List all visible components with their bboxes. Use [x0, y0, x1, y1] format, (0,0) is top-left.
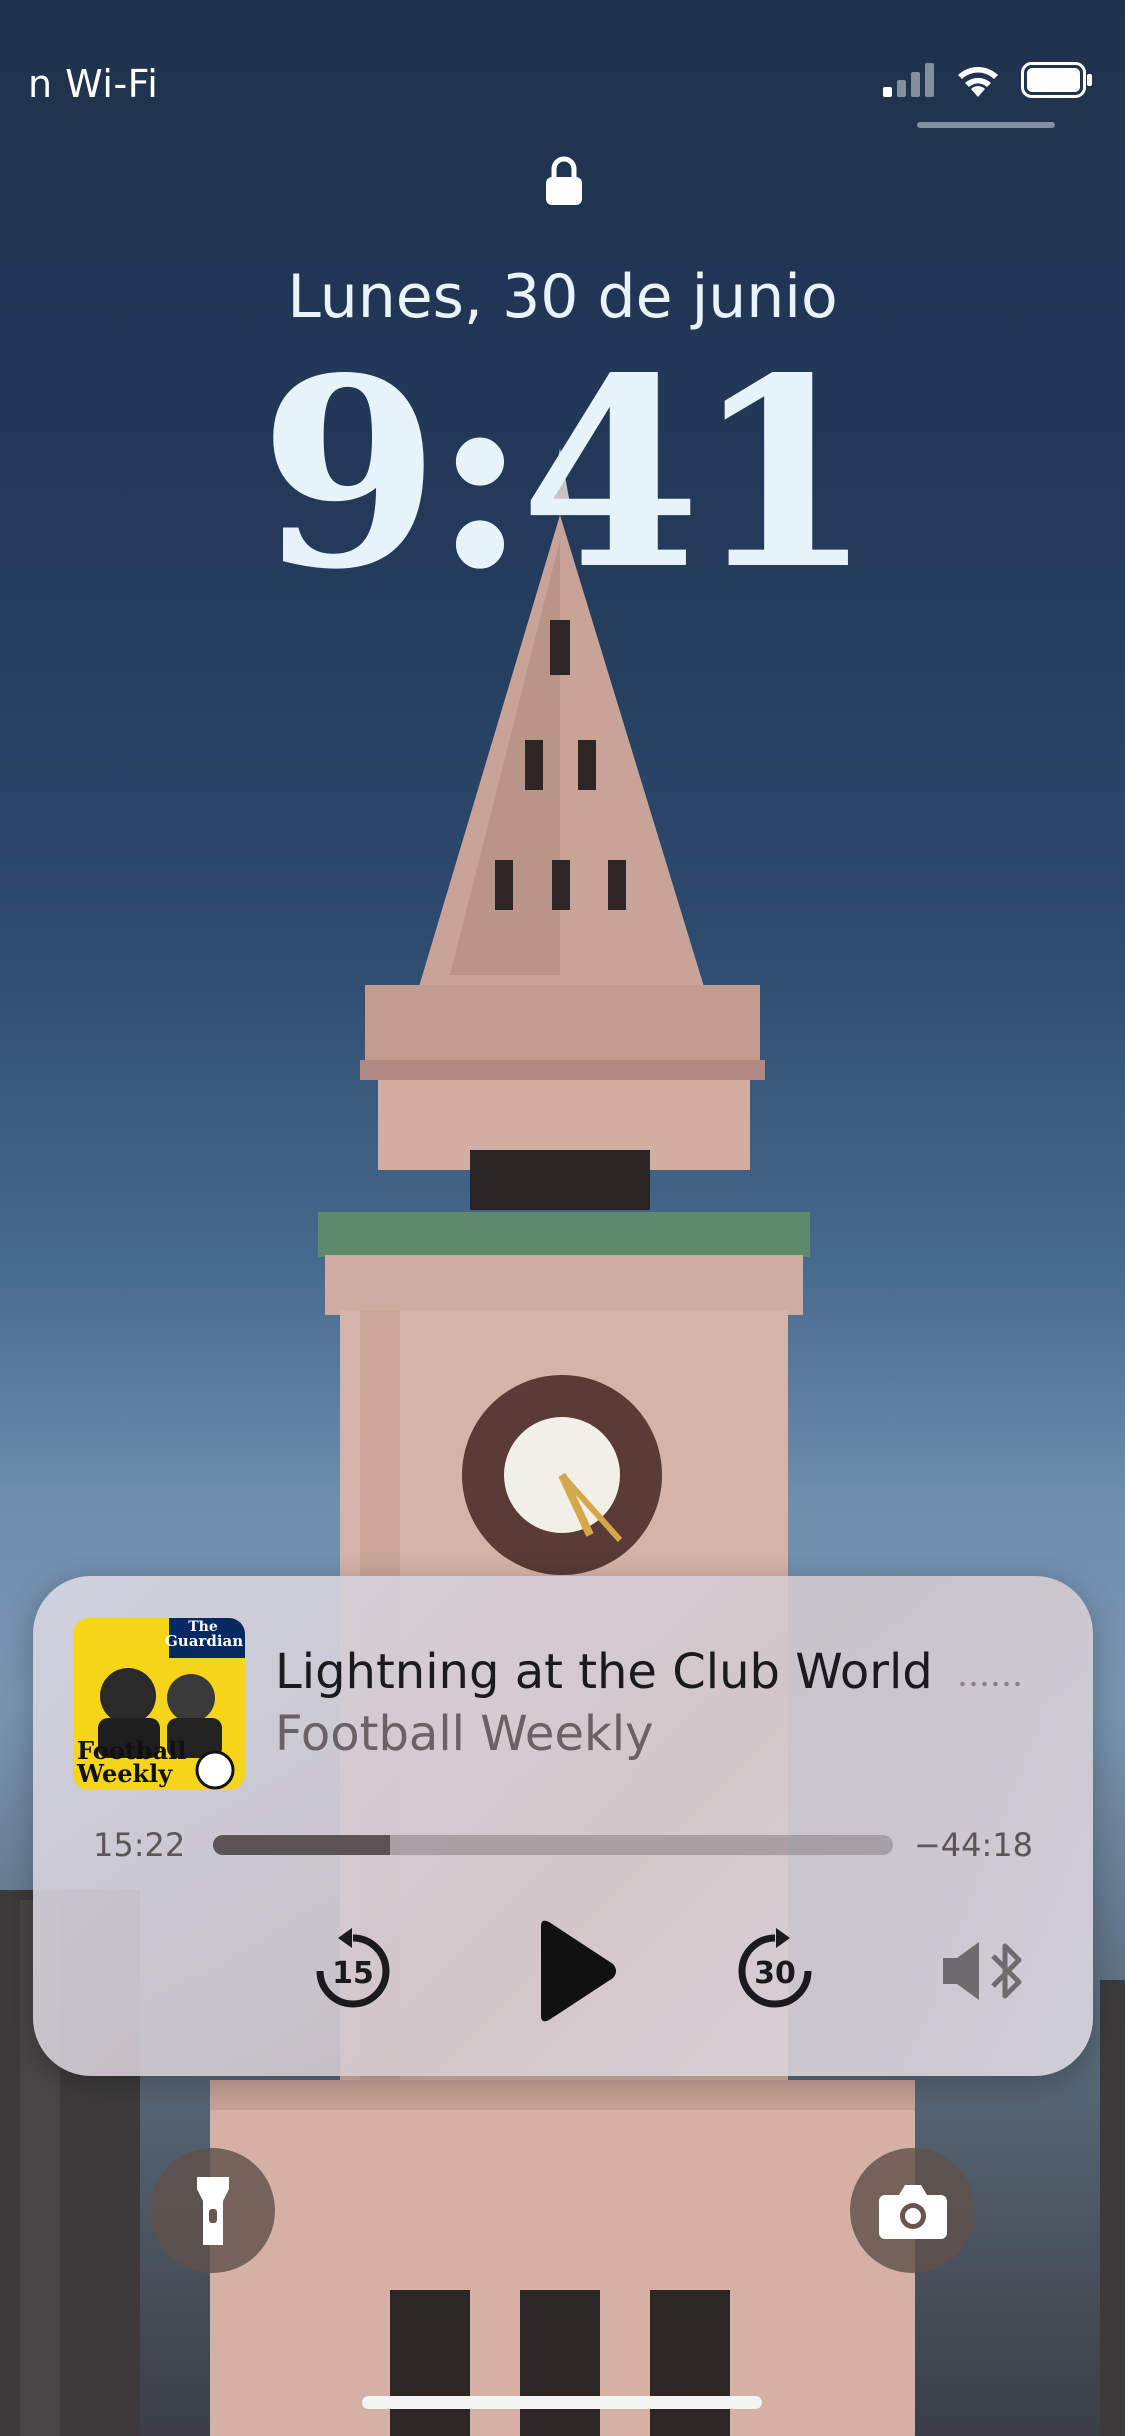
skip-back-15-button[interactable]: 15	[308, 1926, 398, 2016]
skip-forward-30-button[interactable]: 30	[730, 1926, 820, 2016]
flashlight-button[interactable]	[150, 2148, 275, 2273]
skip-forward-seconds: 30	[754, 1956, 796, 1991]
more-options-icon[interactable]	[957, 1680, 1023, 1688]
elapsed-time: 15:22	[93, 1826, 186, 1864]
lock-screen-time: 9:41	[259, 322, 874, 627]
control-center-grabber[interactable]	[917, 122, 1055, 128]
episode-title[interactable]: Lightning at the Club World	[275, 1644, 933, 1700]
artwork-brand: The Guardian	[165, 1619, 244, 1650]
bluetooth-audio-output-icon[interactable]	[943, 1938, 1033, 2004]
lock-icon	[546, 156, 582, 205]
playback-scrubber[interactable]	[213, 1835, 893, 1855]
wifi-icon	[958, 67, 998, 97]
camera-icon	[878, 2184, 947, 2239]
camera-button[interactable]	[850, 2148, 975, 2273]
playback-progress-fill	[213, 1835, 390, 1855]
artwork-show-title: Football Weekly	[77, 1736, 187, 1789]
status-bar: n Wi-Fi	[0, 52, 1125, 128]
podcast-name[interactable]: Football Weekly	[275, 1706, 654, 1762]
podcast-artwork[interactable]: The Guardian Football Weekly	[73, 1618, 245, 1790]
home-indicator[interactable]	[362, 2396, 762, 2409]
battery-icon	[1021, 62, 1092, 98]
play-button[interactable]	[521, 1916, 621, 2026]
flashlight-icon	[196, 2176, 229, 2245]
status-icons	[883, 62, 1093, 98]
skip-back-seconds: 15	[332, 1956, 374, 1991]
remaining-time: −44:18	[913, 1826, 1033, 1864]
now-playing-widget[interactable]: The Guardian Football Weekly Lightning a…	[33, 1576, 1093, 2076]
carrier-label: n Wi-Fi	[28, 62, 159, 106]
signal-icon	[883, 63, 934, 97]
